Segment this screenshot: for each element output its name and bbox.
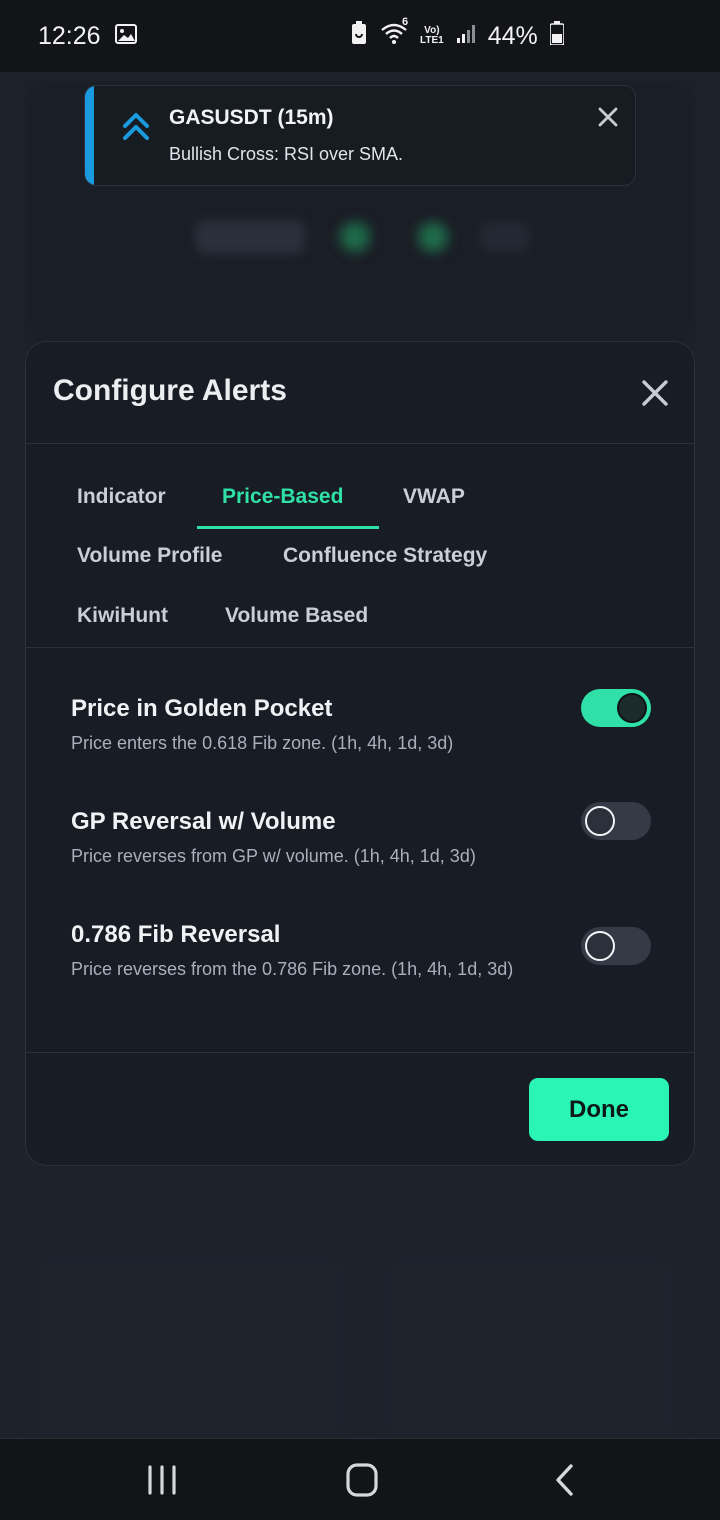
alert-category-tabs: Indicator Price-Based VWAP Volume Profil… bbox=[26, 445, 694, 648]
background-pill bbox=[480, 222, 530, 252]
configure-alerts-modal: Configure Alerts Indicator Price-Based V… bbox=[25, 341, 695, 1166]
toast-message: Bullish Cross: RSI over SMA. bbox=[169, 144, 404, 164]
done-button[interactable]: Done bbox=[529, 1078, 669, 1141]
home-icon[interactable] bbox=[342, 1461, 382, 1499]
active-tab-indicator bbox=[197, 526, 379, 529]
tab-confluence-strategy[interactable]: Confluence Strategy bbox=[283, 544, 487, 568]
gallery-icon bbox=[114, 22, 137, 51]
battery-icon bbox=[548, 20, 565, 52]
battery-percent: 44% bbox=[487, 21, 538, 50]
status-time: 12:26 bbox=[38, 21, 101, 50]
tab-volume-based[interactable]: Volume Based bbox=[225, 604, 368, 628]
back-icon[interactable] bbox=[546, 1461, 586, 1499]
close-icon[interactable] bbox=[640, 378, 670, 408]
background-chart bbox=[30, 1252, 350, 1438]
list-item: GP Reversal w/ Volume Price reverses fro… bbox=[71, 802, 661, 869]
toggle-knob bbox=[585, 931, 615, 961]
alert-toggle-golden-pocket[interactable] bbox=[581, 689, 651, 727]
wifi-badge: 6 bbox=[402, 15, 409, 28]
alert-title: Price in Golden Pocket bbox=[71, 695, 333, 722]
signal-icon bbox=[456, 22, 476, 51]
tab-indicator[interactable]: Indicator bbox=[77, 485, 166, 509]
modal-title: Configure Alerts bbox=[53, 374, 287, 407]
tab-kiwihunt[interactable]: KiwiHunt bbox=[77, 604, 168, 628]
background-pill bbox=[195, 220, 305, 254]
tab-volume-profile[interactable]: Volume Profile bbox=[77, 544, 222, 568]
background-status-dot bbox=[340, 222, 370, 252]
modal-footer: Done bbox=[26, 1052, 694, 1165]
alert-description: Price reverses from GP w/ volume. (1h, 4… bbox=[71, 846, 476, 866]
double-chevron-up-icon bbox=[121, 110, 151, 144]
alert-toggle-gp-reversal[interactable] bbox=[581, 802, 651, 840]
close-icon[interactable] bbox=[597, 106, 619, 128]
toast-title: GASUSDT (15m) bbox=[169, 106, 334, 129]
network-label: Vo) LTE1 bbox=[420, 26, 444, 46]
tab-price-based[interactable]: Price-Based bbox=[222, 485, 343, 509]
list-item: Price in Golden Pocket Price enters the … bbox=[71, 689, 661, 756]
list-item: 0.786 Fib Reversal Price reverses from t… bbox=[71, 921, 661, 982]
navigation-bar bbox=[0, 1438, 720, 1520]
tab-vwap[interactable]: VWAP bbox=[403, 485, 465, 509]
toggle-knob bbox=[585, 806, 615, 836]
alert-list: Price in Golden Pocket Price enters the … bbox=[26, 649, 694, 1052]
background-status-dot bbox=[418, 222, 448, 252]
alert-toast[interactable]: GASUSDT (15m) Bullish Cross: RSI over SM… bbox=[84, 85, 636, 186]
battery-saver-icon bbox=[350, 20, 368, 52]
toast-accent-bar bbox=[85, 86, 94, 185]
background-chart bbox=[380, 1252, 680, 1438]
alert-title: GP Reversal w/ Volume bbox=[71, 808, 336, 835]
toggle-knob bbox=[617, 693, 647, 723]
status-bar: 12:26 6 Vo) LTE1 44% bbox=[0, 0, 720, 72]
alert-description: Price enters the 0.618 Fib zone. (1h, 4h… bbox=[71, 733, 454, 753]
alert-description: Price reverses from the 0.786 Fib zone. … bbox=[71, 959, 514, 979]
alert-title: 0.786 Fib Reversal bbox=[71, 921, 281, 948]
modal-header: Configure Alerts bbox=[26, 342, 694, 444]
alert-toggle-fib-786[interactable] bbox=[581, 927, 651, 965]
network-label-bottom: LTE1 bbox=[420, 35, 444, 46]
recent-apps-icon[interactable] bbox=[142, 1461, 182, 1499]
wifi-icon: 6 bbox=[380, 16, 408, 51]
